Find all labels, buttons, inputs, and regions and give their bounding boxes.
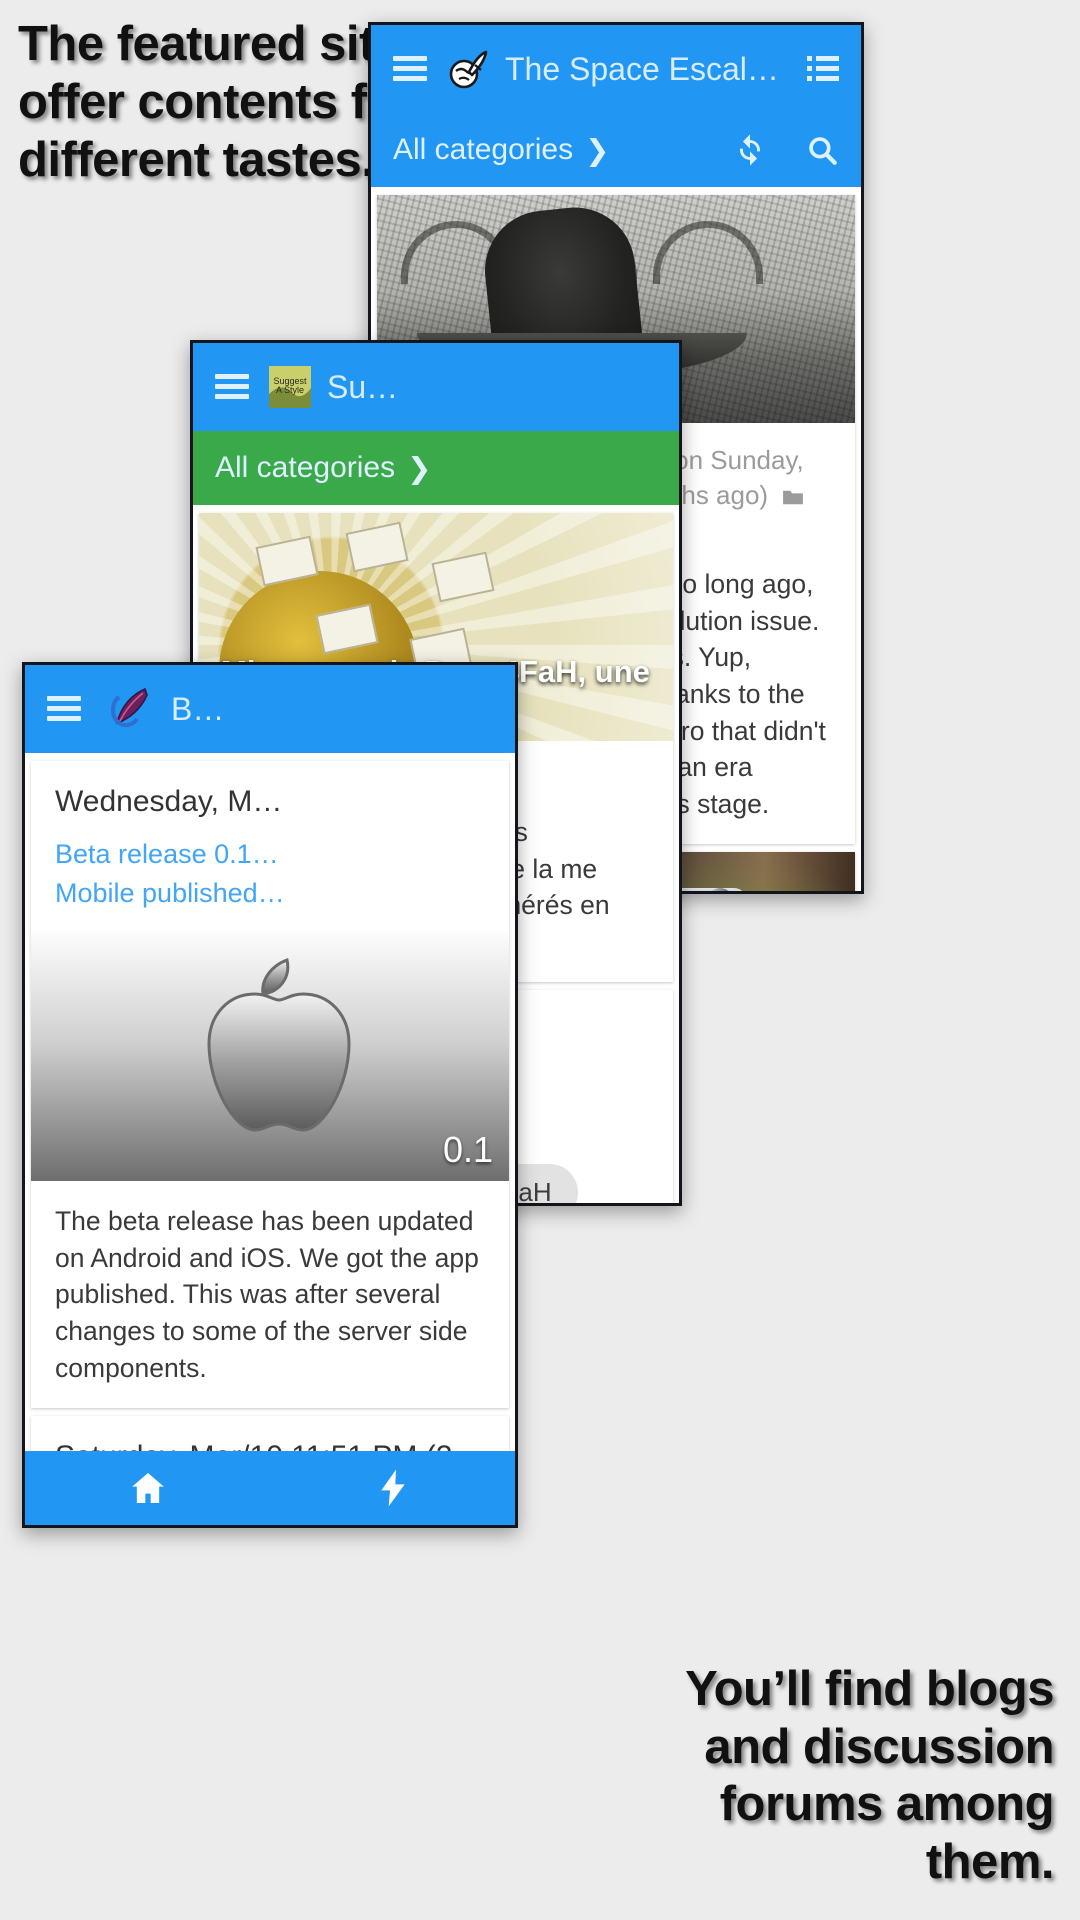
all-categories-label: All categories [215, 451, 396, 484]
entry-link[interactable]: Mobile published… [31, 874, 509, 931]
hamburger-icon[interactable] [215, 374, 249, 400]
category-bar-space: All categories ❯ [371, 113, 861, 187]
blog-feather-logo [111, 687, 148, 728]
appbar-suggest: Suggest A Style Su… [193, 343, 679, 431]
apple-logo-icon [207, 958, 351, 1132]
bottom-navigation [25, 1451, 515, 1525]
refresh-icon[interactable] [733, 133, 767, 167]
entry-date: Wednesday, M… [55, 785, 283, 818]
entry-body: The beta release has been updated on And… [55, 1206, 479, 1383]
nav-activity-button[interactable] [270, 1468, 515, 1508]
hamburger-icon[interactable] [47, 696, 81, 722]
list-icon[interactable] [807, 56, 839, 82]
appbar-blog: B… [25, 665, 515, 753]
appbar-title: B… [171, 690, 225, 727]
lightning-icon [380, 1469, 405, 1507]
blog-entry-card-1[interactable]: Wednesday, M… Beta release 0.1… Mobile p… [31, 761, 509, 1409]
folder-icon [783, 490, 804, 505]
search-icon[interactable] [805, 133, 839, 167]
promo-caption-bottom: You’ll find blogs and discussion forums … [685, 1661, 1054, 1890]
chevron-right-icon: ❯ [407, 452, 432, 485]
entry-image-apple: 0.1 [31, 931, 509, 1182]
chevron-right-icon: ❯ [585, 134, 610, 167]
all-categories-button[interactable]: All categories ❯ [393, 133, 733, 168]
all-categories-label: All categories [393, 133, 574, 166]
entry-link[interactable]: Beta release 0.1… [31, 835, 509, 874]
appbar-space: The Space Escal… [371, 25, 861, 113]
all-categories-button[interactable]: All categories ❯ [215, 451, 657, 486]
appbar-title: The Space Escal… [505, 50, 779, 87]
entry-image-caption: 0.1 [442, 1129, 493, 1171]
suggestastyle-logo: Suggest A Style [269, 366, 311, 408]
nav-home-button[interactable] [25, 1468, 270, 1508]
space-globe-rocket-logo [449, 50, 488, 89]
hamburger-icon[interactable] [393, 56, 427, 82]
svg-text:A Style: A Style [276, 385, 304, 395]
category-bar-suggest: All categories ❯ [193, 431, 679, 505]
phone-mockup-blog: B… Wednesday, M… Beta release 0.1… Mobil… [22, 662, 518, 1528]
home-icon [131, 1473, 164, 1503]
appbar-title: Su… [327, 368, 399, 405]
